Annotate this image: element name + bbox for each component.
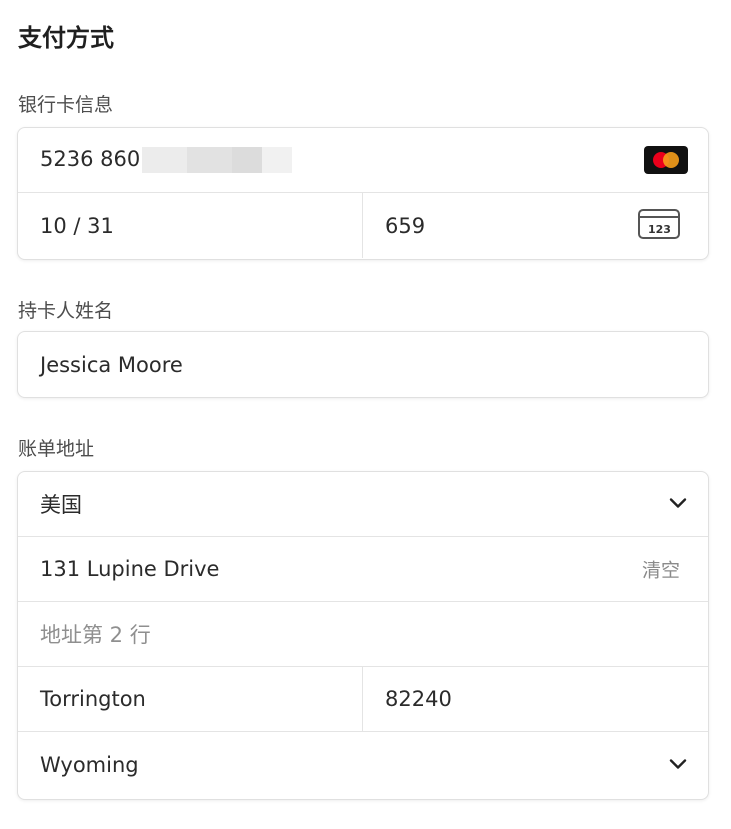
address-line2-placeholder: 地址第 2 行 xyxy=(40,623,151,647)
card-info-box: 5236 860 10 / 31 659 123 xyxy=(17,127,709,260)
card-number-mask xyxy=(142,147,293,173)
card-cvc-icon: 123 xyxy=(638,208,680,243)
address-line1-field[interactable]: 131 Lupine Drive 清空 xyxy=(18,537,708,602)
chevron-down-icon xyxy=(668,495,688,514)
zip-field[interactable]: 82240 xyxy=(363,667,708,731)
cvc-icon-text: 123 xyxy=(648,223,671,236)
card-details-row: 10 / 31 659 123 xyxy=(18,193,708,258)
cardholder-name-label: 持卡人姓名 xyxy=(18,300,114,322)
billing-address-label: 账单地址 xyxy=(18,438,95,460)
cardholder-name-value: Jessica Moore xyxy=(40,352,183,377)
expiry-value: 10 / 31 xyxy=(40,213,114,238)
cardholder-name-box: Jessica Moore xyxy=(17,331,709,398)
card-info-label: 银行卡信息 xyxy=(18,94,114,116)
city-zip-row: Torrington 82240 xyxy=(18,667,708,732)
zip-value: 82240 xyxy=(385,687,452,711)
chevron-down-icon xyxy=(668,755,688,774)
state-select[interactable]: Wyoming xyxy=(18,732,708,797)
payment-form: 支付方式 银行卡信息 5236 860 10 / 31 659 123 持卡人姓… xyxy=(0,0,731,829)
cvc-value: 659 xyxy=(385,213,426,238)
page-title: 支付方式 xyxy=(18,24,114,52)
cardholder-name-field[interactable]: Jessica Moore xyxy=(18,332,708,397)
card-number-field[interactable]: 5236 860 xyxy=(40,147,293,173)
address-line2-field[interactable]: 地址第 2 行 xyxy=(18,602,708,667)
card-number-row[interactable]: 5236 860 xyxy=(18,128,708,193)
country-select[interactable]: 美国 xyxy=(18,472,708,537)
country-value: 美国 xyxy=(40,493,82,517)
billing-address-box: 美国 131 Lupine Drive 清空 地址第 2 行 Torringto… xyxy=(17,471,709,800)
expiry-field[interactable]: 10 / 31 xyxy=(18,193,363,258)
address-line1-value: 131 Lupine Drive xyxy=(40,557,220,581)
clear-button[interactable]: 清空 xyxy=(642,556,680,583)
city-field[interactable]: Torrington xyxy=(18,667,363,731)
state-value: Wyoming xyxy=(40,752,139,777)
city-value: Torrington xyxy=(40,687,146,711)
cvc-field[interactable]: 659 123 xyxy=(363,193,708,258)
card-number-value: 5236 860 xyxy=(40,147,141,171)
mastercard-icon xyxy=(644,146,688,174)
